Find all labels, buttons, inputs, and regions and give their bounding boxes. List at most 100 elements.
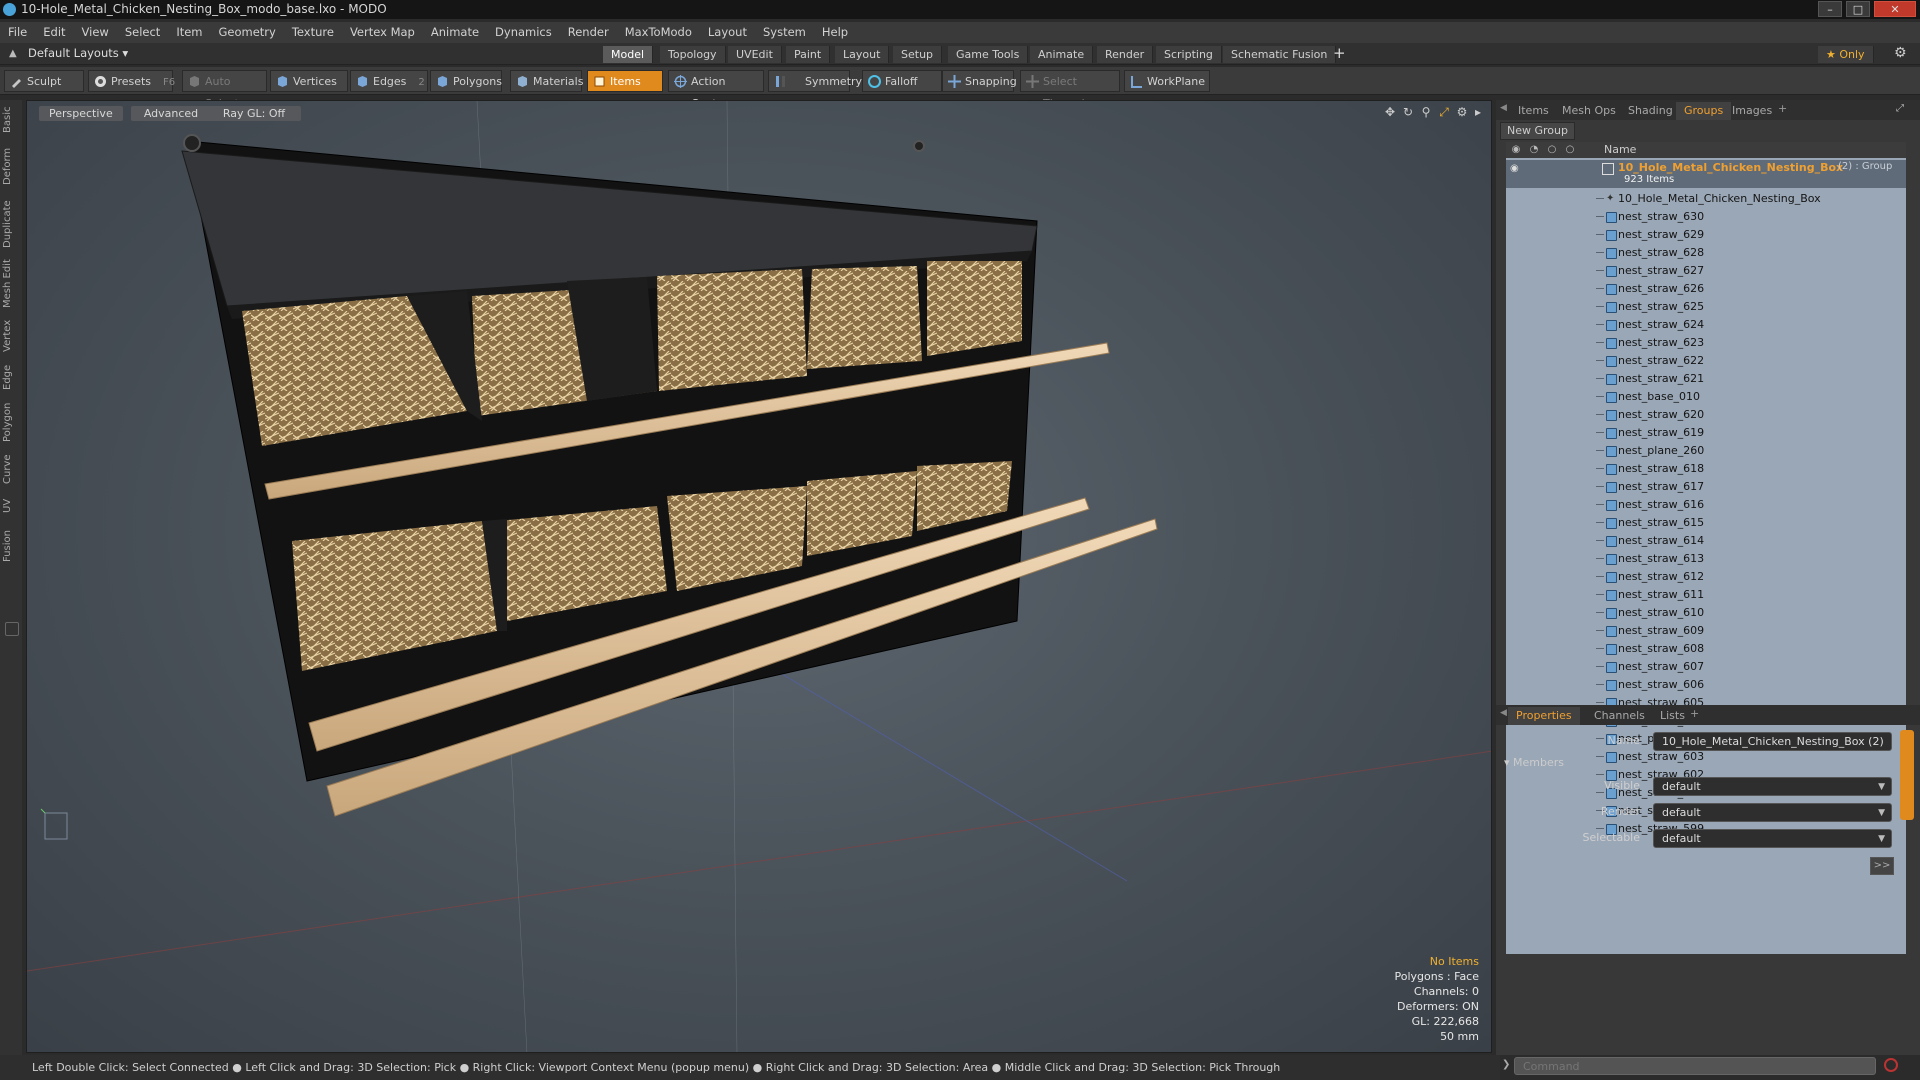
menu-layout[interactable]: Layout xyxy=(700,22,755,43)
tab-uvedit[interactable]: UVEdit xyxy=(728,46,782,63)
select-through-button[interactable]: Select Through xyxy=(1020,70,1120,110)
close-button[interactable]: ✕ xyxy=(1874,1,1916,17)
maximize-button[interactable]: □ xyxy=(1846,1,1870,17)
list-item[interactable]: nest_straw_608 xyxy=(1506,640,1906,658)
tab-paint[interactable]: Paint xyxy=(786,46,831,63)
list-item[interactable]: nest_straw_623 xyxy=(1506,334,1906,352)
only-toggle[interactable]: ★ Only xyxy=(1818,46,1874,63)
tab-game-tools[interactable]: Game Tools xyxy=(948,46,1029,63)
falloff-button[interactable]: Falloff xyxy=(862,70,942,92)
vtab-duplicate[interactable]: Duplicate xyxy=(2,198,20,250)
list-item[interactable]: nest_straw_611 xyxy=(1506,586,1906,604)
menu-maxtomodo[interactable]: MaxToModo xyxy=(617,22,700,43)
list-item[interactable]: nest_straw_628 xyxy=(1506,244,1906,262)
items-button[interactable]: Items xyxy=(587,70,663,92)
tab-topology[interactable]: Topology xyxy=(660,46,726,63)
tab-animate[interactable]: Animate xyxy=(1030,46,1094,63)
symmetry-button[interactable]: Symmetry xyxy=(768,70,862,92)
layout-up-icon[interactable]: ▲ xyxy=(9,48,19,59)
list-item[interactable]: nest_straw_607 xyxy=(1506,658,1906,676)
panel-expand-icon[interactable]: ⤢ xyxy=(1896,103,1904,114)
list-item[interactable]: nest_straw_613 xyxy=(1506,550,1906,568)
name-field[interactable]: 10_Hole_Metal_Chicken_Nesting_Box (2) xyxy=(1653,732,1892,751)
menu-edit[interactable]: Edit xyxy=(35,22,73,43)
group-visible-icon[interactable]: ◉ xyxy=(1510,163,1519,174)
command-input[interactable] xyxy=(1514,1057,1876,1075)
render-dropdown[interactable]: default ▼ xyxy=(1653,803,1892,822)
select-column-icon[interactable]: ○ xyxy=(1560,142,1580,158)
list-item[interactable]: nest_straw_618 xyxy=(1506,460,1906,478)
list-item[interactable]: nest_base_010 xyxy=(1506,388,1906,406)
list-item[interactable]: nest_straw_619 xyxy=(1506,424,1906,442)
visible-dropdown[interactable]: default ▼ xyxy=(1653,777,1892,796)
gear-icon[interactable]: ⚙ xyxy=(1894,45,1907,61)
3d-viewport[interactable]: Perspective Advanced Ray GL: Off ✥ ↻ ⚲ ⤢… xyxy=(26,100,1492,1053)
menu-select[interactable]: Select xyxy=(117,22,168,43)
tab-layout[interactable]: Layout xyxy=(835,46,890,63)
menu-system[interactable]: System xyxy=(755,22,814,43)
snapping-button[interactable]: Snapping xyxy=(942,70,1017,92)
sculpt-button[interactable]: Sculpt xyxy=(4,70,84,92)
list-item[interactable]: nest_straw_620 xyxy=(1506,406,1906,424)
list-item[interactable]: nest_straw_630 xyxy=(1506,208,1906,226)
menu-render[interactable]: Render xyxy=(560,22,617,43)
workplane-button[interactable]: WorkPlane xyxy=(1124,70,1210,92)
lock-column-icon[interactable]: ○ xyxy=(1542,142,1562,158)
tab-properties[interactable]: Properties xyxy=(1508,707,1580,725)
tab-model[interactable]: Model xyxy=(603,46,654,63)
list-item[interactable]: nest_straw_625 xyxy=(1506,298,1906,316)
tab-items[interactable]: Items xyxy=(1510,102,1557,120)
tab-setup[interactable]: Setup xyxy=(893,46,943,63)
add-properties-tab-button[interactable]: + xyxy=(1690,707,1699,720)
properties-collapse-icon[interactable]: ◀ xyxy=(1500,708,1507,718)
tab-lists[interactable]: Lists xyxy=(1652,707,1693,725)
strip-toggle-icon[interactable] xyxy=(5,622,19,636)
list-item[interactable]: nest_straw_624 xyxy=(1506,316,1906,334)
auto-select-button[interactable]: Auto Select xyxy=(182,70,267,110)
add-panel-tab-button[interactable]: + xyxy=(1778,102,1787,115)
selectable-dropdown[interactable]: default ▼ xyxy=(1653,829,1892,848)
vtab-deform[interactable]: Deform xyxy=(2,146,20,186)
menu-animate[interactable]: Animate xyxy=(423,22,487,43)
tab-groups[interactable]: Groups xyxy=(1676,102,1732,120)
command-stop-icon[interactable] xyxy=(1884,1058,1898,1072)
group-row[interactable]: ◉ 10_Hole_Metal_Chicken_Nesting_Box (2) … xyxy=(1506,160,1906,188)
name-column-header[interactable]: Name xyxy=(1604,142,1636,158)
list-item[interactable]: nest_straw_629 xyxy=(1506,226,1906,244)
tab-images[interactable]: Images xyxy=(1724,102,1780,120)
default-layouts-dropdown[interactable]: Default Layouts ▾ xyxy=(28,46,128,60)
vtab-basic[interactable]: Basic xyxy=(2,106,20,134)
list-item[interactable]: nest_straw_615 xyxy=(1506,514,1906,532)
action-center-button[interactable]: Action Center xyxy=(668,70,764,110)
tab-channels[interactable]: Channels xyxy=(1586,707,1653,725)
list-item[interactable]: nest_straw_614 xyxy=(1506,532,1906,550)
list-item[interactable]: nest_straw_609 xyxy=(1506,622,1906,640)
menu-item[interactable]: Item xyxy=(168,22,210,43)
menu-dynamics[interactable]: Dynamics xyxy=(487,22,560,43)
list-item[interactable]: nest_straw_626 xyxy=(1506,280,1906,298)
minimize-button[interactable]: – xyxy=(1818,1,1842,17)
more-button[interactable]: >> xyxy=(1870,857,1894,875)
list-item[interactable]: nest_plane_260 xyxy=(1506,442,1906,460)
vtab-fusion[interactable]: Fusion xyxy=(2,528,20,564)
list-item-root[interactable]: ✦ 10_Hole_Metal_Chicken_Nesting_Box xyxy=(1506,190,1906,208)
vtab-edge[interactable]: Edge xyxy=(2,362,20,392)
menu-geometry[interactable]: Geometry xyxy=(211,22,284,43)
menu-view[interactable]: View xyxy=(74,22,117,43)
list-item[interactable]: nest_straw_610 xyxy=(1506,604,1906,622)
vtab-curve[interactable]: Curve xyxy=(2,452,20,486)
vtab-uv[interactable]: UV xyxy=(2,496,20,516)
new-group-button[interactable]: New Group xyxy=(1500,122,1575,140)
list-item[interactable]: nest_straw_621 xyxy=(1506,370,1906,388)
polygons-button[interactable]: Polygons xyxy=(430,70,502,92)
panel-collapse-icon[interactable]: ◀ xyxy=(1500,103,1507,113)
render-column-icon[interactable]: ◔ xyxy=(1524,142,1544,158)
members-section[interactable]: ▾ Members xyxy=(1504,756,1564,769)
tab-scripting[interactable]: Scripting xyxy=(1156,46,1222,63)
vtab-polygon[interactable]: Polygon xyxy=(2,400,20,444)
vtab-mesh-edit[interactable]: Mesh Edit xyxy=(2,258,20,310)
vertices-button[interactable]: Vertices1 xyxy=(270,70,355,92)
list-item[interactable]: nest_straw_616 xyxy=(1506,496,1906,514)
list-item[interactable]: nest_straw_627 xyxy=(1506,262,1906,280)
list-item[interactable]: nest_straw_612 xyxy=(1506,568,1906,586)
